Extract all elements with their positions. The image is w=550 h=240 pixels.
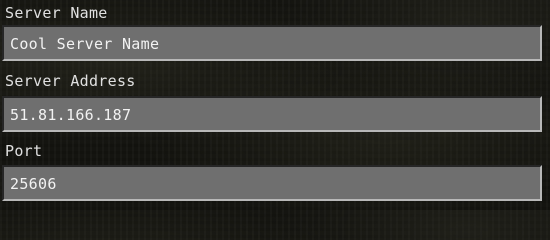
- server-address-value: 51.81.166.187: [10, 106, 132, 124]
- server-address-label: Server Address: [5, 72, 136, 90]
- port-field[interactable]: 25606: [2, 165, 542, 201]
- server-name-field[interactable]: Cool Server Name: [2, 25, 542, 61]
- server-address-field[interactable]: 51.81.166.187: [2, 96, 542, 132]
- server-name-value: Cool Server Name: [10, 35, 160, 53]
- port-value: 25606: [10, 175, 57, 193]
- server-name-label: Server Name: [5, 4, 108, 22]
- port-label: Port: [5, 142, 43, 160]
